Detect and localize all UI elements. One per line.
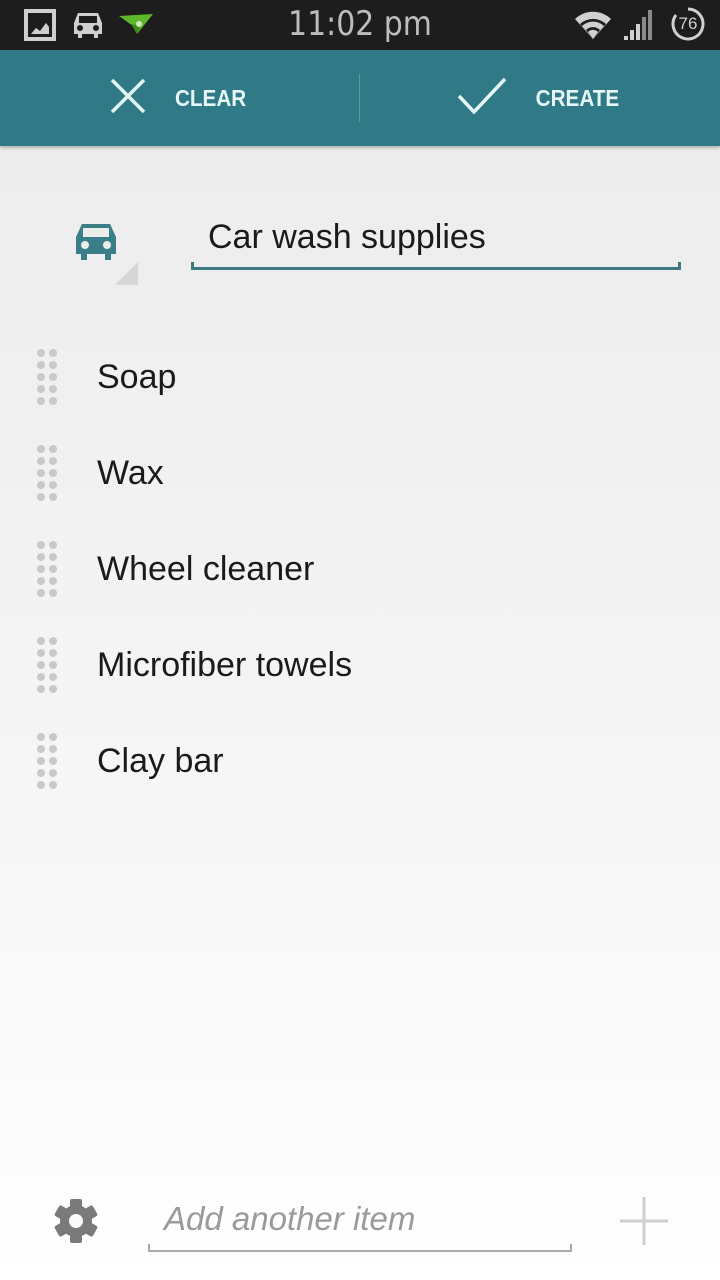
- handle-dot: [37, 541, 45, 549]
- handle-dot: [37, 397, 45, 405]
- clear-label: CLEAR: [174, 84, 247, 111]
- handle-dot: [37, 361, 45, 369]
- settings-gear-icon[interactable]: [51, 1196, 101, 1251]
- add-item-placeholder: Add another item: [164, 1200, 416, 1237]
- handle-dot: [37, 673, 45, 681]
- list-item[interactable]: Wax: [0, 428, 720, 524]
- handle-dot: [37, 745, 45, 753]
- add-item-input[interactable]: Add another item: [148, 1196, 572, 1252]
- handle-dot: [49, 661, 57, 669]
- handle-dot: [49, 469, 57, 477]
- handle-dot: [49, 733, 57, 741]
- battery-icon: 76: [670, 6, 706, 47]
- list-title-value: Car wash supplies: [208, 218, 486, 256]
- handle-dot: [49, 745, 57, 753]
- handle-dot: [37, 769, 45, 777]
- wifi-icon: [574, 8, 612, 45]
- handle-dot: [37, 577, 45, 585]
- handle-dot: [49, 769, 57, 777]
- handle-dot: [49, 457, 57, 465]
- handle-dot: [37, 481, 45, 489]
- list-item[interactable]: Soap: [0, 332, 720, 428]
- handle-dot: [49, 385, 57, 393]
- handle-dot: [49, 541, 57, 549]
- drag-handle-icon[interactable]: [37, 733, 59, 791]
- handle-dot: [49, 577, 57, 585]
- add-item-plus-icon[interactable]: [619, 1196, 669, 1251]
- check-icon: [457, 77, 507, 120]
- handle-dot: [37, 565, 45, 573]
- clear-button[interactable]: CLEAR: [0, 50, 359, 146]
- handle-dot: [37, 445, 45, 453]
- signal-icon: [622, 8, 658, 47]
- handle-dot: [37, 661, 45, 669]
- list-item[interactable]: Wheel cleaner: [0, 524, 720, 620]
- handle-dot: [37, 457, 45, 465]
- handle-dot: [37, 469, 45, 477]
- handle-dot: [37, 349, 45, 357]
- handle-dot: [49, 565, 57, 573]
- handle-dot: [37, 781, 45, 789]
- drag-handle-icon[interactable]: [37, 349, 59, 407]
- drag-handle-icon[interactable]: [37, 445, 59, 503]
- list-title-input[interactable]: Car wash supplies: [191, 208, 681, 270]
- drag-handle-icon[interactable]: [37, 541, 59, 599]
- item-label: Wax: [97, 454, 164, 492]
- handle-dot: [37, 685, 45, 693]
- handle-dot: [37, 493, 45, 501]
- add-item-underline: [148, 1244, 572, 1252]
- drag-handle-icon[interactable]: [37, 637, 59, 695]
- create-button[interactable]: CREATE: [361, 50, 720, 146]
- handle-dot: [49, 637, 57, 645]
- handle-dot: [49, 553, 57, 561]
- handle-dot: [49, 445, 57, 453]
- handle-dot: [37, 553, 45, 561]
- item-label: Microfiber towels: [97, 646, 353, 684]
- handle-dot: [37, 637, 45, 645]
- handle-dot: [37, 589, 45, 597]
- handle-dot: [49, 649, 57, 657]
- handle-dot: [49, 685, 57, 693]
- handle-dot: [49, 781, 57, 789]
- handle-dot: [49, 481, 57, 489]
- handle-dot: [37, 385, 45, 393]
- handle-dot: [37, 733, 45, 741]
- action-divider: [359, 74, 360, 122]
- action-bar: CLEAR CREATE: [0, 50, 720, 146]
- close-icon: [109, 77, 147, 120]
- handle-dot: [49, 493, 57, 501]
- status-bar: 11:02 pm 76: [0, 0, 720, 50]
- list-item[interactable]: Clay bar: [0, 716, 720, 812]
- handle-dot: [37, 757, 45, 765]
- handle-dot: [37, 649, 45, 657]
- item-label: Wheel cleaner: [97, 550, 315, 588]
- handle-dot: [49, 349, 57, 357]
- category-car-icon[interactable]: [72, 222, 120, 267]
- handle-dot: [49, 673, 57, 681]
- title-underline: [191, 262, 681, 270]
- handle-dot: [49, 757, 57, 765]
- item-label: Clay bar: [97, 742, 224, 780]
- item-list: Soap Wax Wheel cleaner Microfiber towels…: [0, 332, 720, 812]
- category-dropdown-indicator[interactable]: [115, 262, 138, 285]
- handle-dot: [49, 361, 57, 369]
- handle-dot: [37, 373, 45, 381]
- list-item[interactable]: Microfiber towels: [0, 620, 720, 716]
- handle-dot: [49, 373, 57, 381]
- item-label: Soap: [97, 358, 177, 396]
- battery-level: 76: [678, 14, 698, 33]
- create-label: CREATE: [535, 84, 620, 111]
- handle-dot: [49, 589, 57, 597]
- handle-dot: [49, 397, 57, 405]
